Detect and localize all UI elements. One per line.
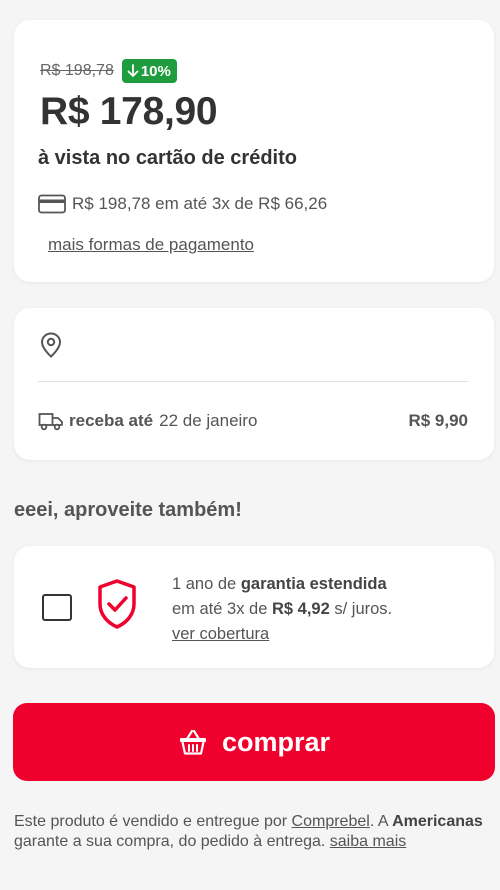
brand-name: Americanas [392,813,483,830]
buy-button-label: comprar [221,726,331,757]
discount-badge: 10% [121,59,177,83]
warranty-line1-prefix: 1 ano de [172,575,237,593]
shield-check-icon [98,579,136,629]
delivery-label: receba até [69,411,154,430]
shopping-basket-icon [179,729,206,755]
shipping-price: R$ 9,90 [408,411,468,430]
delivery-estimate: receba até 22 de janeiro [38,411,257,431]
warranty-checkbox[interactable] [42,594,72,621]
warranty-line2-suffix: s/ juros. [334,600,393,618]
upsell-title: eeei, aproveite também! [14,499,242,521]
warranty-coverage-link[interactable]: ver cobertura [172,625,269,643]
map-pin-icon[interactable] [40,332,62,358]
arrow-down-icon [127,64,139,77]
installment-info: R$ 198,78 em até 3x de R$ 66,26 [38,194,327,214]
credit-card-icon [38,194,66,214]
warranty-card: 1 ano de garantia estendida em até 3x de… [14,546,494,668]
footer-text-1: Este produto é vendido e entregue por [14,813,288,830]
seller-link[interactable]: Comprebel [292,813,370,830]
original-price-row: R$ 198,78 10% [40,59,177,83]
seller-info-note: Este produto é vendido e entregue por Co… [14,812,484,852]
delivery-date: 22 de janeiro [159,411,258,430]
footer-text-3: garante a sua compra, do pedido à entreg… [14,833,326,850]
learn-more-link[interactable]: saiba mais [330,833,406,850]
truck-icon [38,413,63,431]
buy-button[interactable]: comprar [13,703,495,781]
warranty-amount: R$ 4,92 [271,600,330,618]
more-payment-options-link[interactable]: mais formas de pagamento [48,235,254,255]
price-card: R$ 198,78 10% R$ 178,90 à vista no cartã… [14,20,494,282]
divider [38,381,468,382]
shipping-card: receba até 22 de janeiro R$ 9,90 [14,308,494,460]
warranty-description: 1 ano de garantia estendida em até 3x de… [172,572,472,647]
warranty-line1-bold: garantia estendida [240,575,387,593]
discount-value: 10% [140,62,171,80]
installment-text: R$ 198,78 em até 3x de R$ 66,26 [72,194,328,213]
footer-text-2: . A [369,813,388,830]
current-price: R$ 178,90 [40,90,218,133]
warranty-line2-prefix: em até 3x de [172,600,268,618]
original-price: R$ 198,78 [40,62,114,79]
cash-payment-label: à vista no cartão de crédito [38,147,297,169]
